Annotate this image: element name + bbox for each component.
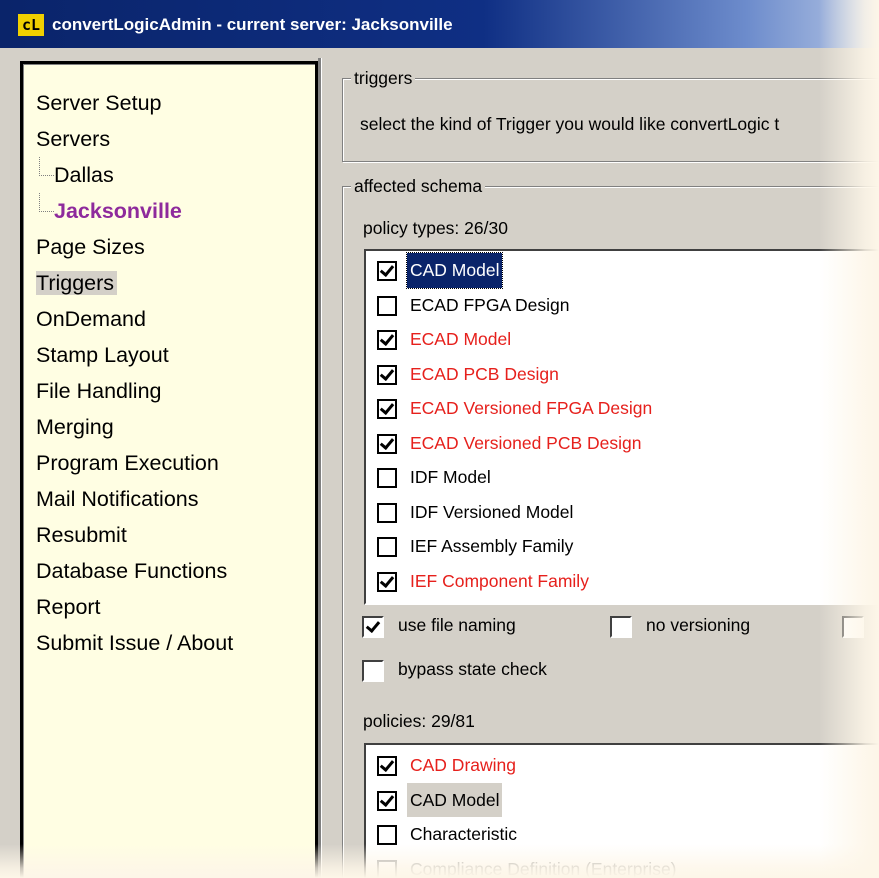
item-label: IEF Assembly Family bbox=[410, 536, 574, 556]
nav-item-page-sizes[interactable]: Page Sizes bbox=[36, 229, 236, 265]
nav-item-mail-notifications[interactable]: Mail Notifications bbox=[36, 481, 236, 517]
nav-item-resubmit[interactable]: Resubmit bbox=[36, 517, 236, 553]
item-label: IEF Component Family bbox=[410, 570, 589, 591]
nav-item-label: Program Execution bbox=[36, 451, 219, 475]
nav-item-label: Jacksonville bbox=[54, 199, 182, 223]
policy-types-list[interactable]: CAD Model ECAD FPGA Design ECAD Model ECAD … bbox=[364, 249, 879, 605]
nav-item-merging[interactable]: Merging bbox=[36, 409, 236, 445]
item-checkbox[interactable] bbox=[377, 364, 397, 385]
no-versioning-label: no versioning bbox=[646, 615, 751, 635]
title-bar[interactable]: cL convertLogicAdmin - current server: J… bbox=[0, 0, 879, 48]
item-checkbox[interactable] bbox=[377, 330, 397, 350]
item-label: ECAD Versioned PCB Design bbox=[410, 432, 642, 453]
tree-connector bbox=[39, 157, 54, 176]
nav-item-ondemand[interactable]: OnDemand bbox=[36, 301, 236, 337]
item-checkbox[interactable] bbox=[377, 468, 397, 488]
list-item[interactable]: IDF Versioned Model bbox=[366, 495, 879, 530]
nav-item-program-execution[interactable]: Program Execution bbox=[36, 445, 236, 481]
item-label: CAD Model bbox=[407, 782, 503, 817]
tree-connector bbox=[39, 193, 54, 212]
item-checkbox[interactable] bbox=[377, 756, 397, 776]
use-file-naming-checkbox[interactable] bbox=[362, 616, 384, 638]
list-item[interactable]: ECAD FPGA Design bbox=[366, 288, 879, 323]
nav-item-label: Dallas bbox=[54, 163, 114, 187]
nav-item-jacksonville[interactable]: Jacksonville bbox=[36, 193, 236, 229]
item-label: IDF Versioned Model bbox=[410, 501, 574, 522]
nav-item-submit-issue-about[interactable]: Submit Issue / About bbox=[36, 625, 236, 661]
list-item[interactable]: ECAD PCB Design bbox=[366, 357, 879, 392]
item-label: ECAD PCB Design bbox=[410, 363, 559, 384]
nav-item-label: Resubmit bbox=[36, 523, 127, 547]
nav-item-report[interactable]: Report bbox=[36, 589, 236, 625]
item-label: CAD Drawing bbox=[410, 755, 516, 775]
bypass-state-check-label: bypass state check bbox=[398, 659, 547, 679]
triggers-legend: triggers bbox=[351, 68, 416, 89]
pane-splitter[interactable] bbox=[318, 58, 322, 878]
item-label: ECAD Versioned FPGA Design bbox=[410, 398, 653, 418]
item-checkbox[interactable] bbox=[377, 571, 397, 592]
list-item[interactable]: Characteristic bbox=[366, 817, 879, 852]
item-checkbox[interactable] bbox=[377, 825, 397, 845]
policy-types-label: policy types: 26/30 bbox=[363, 218, 508, 238]
item-checkbox[interactable] bbox=[377, 537, 397, 557]
nav-item-label: Merging bbox=[36, 415, 114, 439]
list-item[interactable]: ECAD Versioned FPGA Design bbox=[366, 391, 879, 426]
policies-list[interactable]: CAD Drawing CAD Model Characteristic Compli… bbox=[364, 743, 879, 878]
nav-item-stamp-layout[interactable]: Stamp Layout bbox=[36, 337, 236, 373]
list-item[interactable]: CAD Model bbox=[366, 252, 879, 289]
list-item[interactable]: Compliance Definition (Enterprise) bbox=[366, 852, 879, 878]
item-checkbox[interactable] bbox=[377, 295, 397, 316]
affected-schema-legend: affected schema bbox=[351, 176, 486, 197]
nav-list: Server Setup Servers Dallas Jacksonville Pag… bbox=[36, 85, 236, 661]
nav-item-label: Database Functions bbox=[36, 559, 228, 583]
nav-item-dallas[interactable]: Dallas bbox=[36, 157, 236, 193]
item-label: IEF Family bbox=[407, 598, 497, 603]
item-checkbox[interactable] bbox=[377, 433, 397, 454]
item-label: ECAD FPGA Design bbox=[410, 294, 570, 315]
use-file-naming-label: use file naming bbox=[398, 615, 516, 635]
list-item[interactable]: ECAD Model bbox=[366, 322, 879, 357]
nav-item-label: OnDemand bbox=[36, 307, 146, 331]
app-logo-icon: cL bbox=[18, 14, 44, 36]
window-title: convertLogicAdmin - current server: Jack… bbox=[52, 15, 453, 34]
list-item[interactable]: IDF Model bbox=[366, 460, 879, 495]
nav-item-label: Page Sizes bbox=[36, 235, 145, 259]
item-label: IDF Model bbox=[410, 467, 491, 487]
nav-item-database-functions[interactable]: Database Functions bbox=[36, 553, 236, 589]
nav-item-label: Mail Notifications bbox=[36, 487, 199, 511]
list-item[interactable]: IEF Assembly Family bbox=[366, 529, 879, 564]
nav-item-label: Server Setup bbox=[36, 91, 162, 115]
bypass-state-check-checkbox[interactable] bbox=[362, 660, 384, 682]
nav-item-label: Servers bbox=[36, 127, 111, 151]
nav-item-label: Stamp Layout bbox=[36, 343, 169, 367]
navigation-tree[interactable]: Server Setup Servers Dallas Jacksonville Pag… bbox=[20, 61, 318, 878]
nav-item-triggers[interactable]: Triggers bbox=[36, 265, 236, 301]
nav-item-label: Triggers bbox=[36, 271, 118, 295]
item-label: Characteristic bbox=[410, 824, 517, 844]
policies-label: policies: 29/81 bbox=[363, 711, 475, 731]
list-item[interactable]: ECAD Versioned PCB Design bbox=[366, 426, 879, 461]
item-checkbox[interactable] bbox=[377, 261, 397, 281]
nav-item-label: Submit Issue / About bbox=[36, 631, 234, 655]
nav-item-server-setup[interactable]: Server Setup bbox=[36, 85, 236, 121]
item-label: CAD Model bbox=[405, 252, 504, 289]
no-versioning-checkbox[interactable] bbox=[610, 616, 632, 638]
nav-item-label: Report bbox=[36, 595, 101, 619]
nav-item-file-handling[interactable]: File Handling bbox=[36, 373, 236, 409]
list-item[interactable]: IEF Family bbox=[366, 598, 879, 603]
nav-item-label: File Handling bbox=[36, 379, 162, 403]
extra-option-checkbox[interactable] bbox=[842, 616, 864, 638]
item-checkbox[interactable] bbox=[377, 399, 397, 419]
item-checkbox[interactable] bbox=[377, 790, 397, 811]
item-label: ECAD Model bbox=[410, 329, 512, 349]
list-item[interactable]: IEF Component Family bbox=[366, 564, 879, 599]
triggers-description: select the kind of Trigger you would lik… bbox=[360, 114, 780, 134]
list-item[interactable]: CAD Model bbox=[366, 782, 879, 817]
nav-item-servers[interactable]: Servers bbox=[36, 121, 236, 157]
item-checkbox[interactable] bbox=[377, 502, 397, 523]
item-checkbox[interactable] bbox=[377, 859, 397, 878]
list-item[interactable]: CAD Drawing bbox=[366, 748, 879, 783]
app-window: cL convertLogicAdmin - current server: J… bbox=[0, 0, 879, 878]
item-label: Compliance Definition (Enterprise) bbox=[410, 858, 677, 878]
